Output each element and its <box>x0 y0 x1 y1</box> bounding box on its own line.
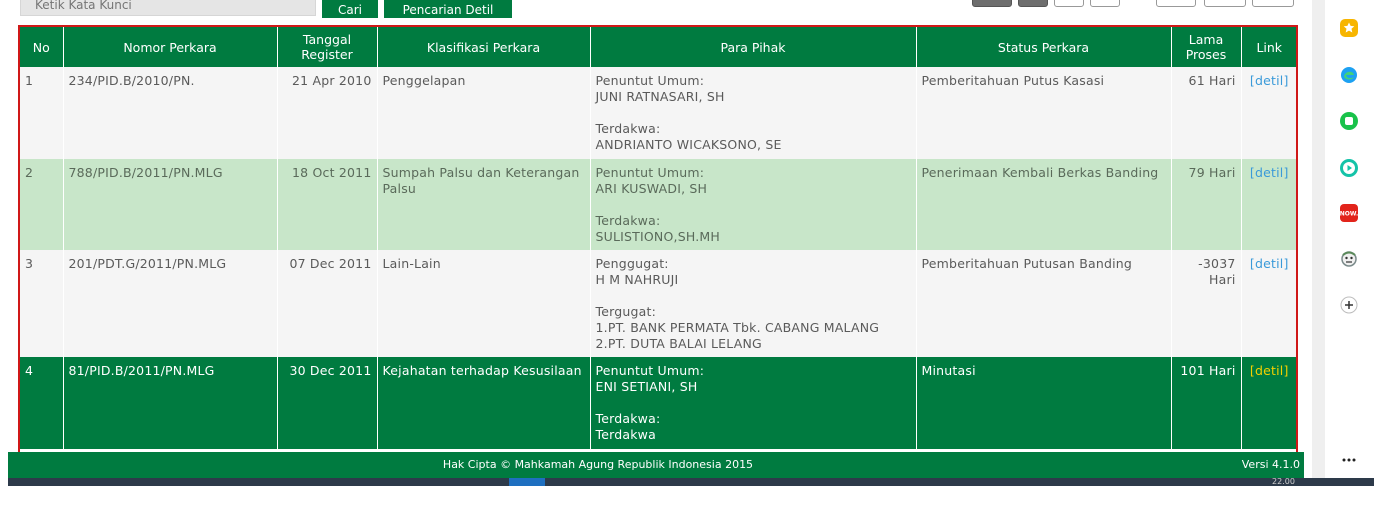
case-classification: Kejahatan terhadap Kesusilaan <box>377 357 591 449</box>
party-role-label: Tergugat: <box>595 304 656 319</box>
search-input[interactable] <box>20 0 316 16</box>
version-text: Versi 4.1.0 <box>1241 458 1300 471</box>
column-header-tanggal-register[interactable]: Tanggal Register <box>277 27 378 67</box>
pagination-next-button[interactable] <box>1156 0 1196 7</box>
party-role-label: Penuntut Umum: <box>595 73 705 88</box>
register-date: 18 Oct 2011 <box>277 159 378 250</box>
party-role-label: Terdakwa: <box>595 411 661 426</box>
avatar-icon[interactable] <box>1339 249 1359 269</box>
process-duration: 61 Hari <box>1171 67 1242 159</box>
case-number: 234/PID.B/2010/PN. <box>63 67 278 159</box>
party-name: H M NAHRUJI <box>595 272 679 287</box>
svg-text:NOW.: NOW. <box>1340 211 1359 218</box>
table-row: 1 234/PID.B/2010/PN. 21 Apr 2010 Penggel… <box>20 67 1296 159</box>
party-role-label: Penggugat: <box>595 256 669 271</box>
case-number: 788/PID.B/2011/PN.MLG <box>63 159 278 250</box>
favorites-star-icon[interactable] <box>1339 18 1359 38</box>
pagination-page-button[interactable] <box>1204 0 1246 7</box>
process-duration: 101 Hari <box>1171 357 1242 449</box>
party-role-label: Terdakwa: <box>595 121 661 136</box>
process-duration: 79 Hari <box>1171 159 1242 250</box>
row-number: 2 <box>20 159 64 250</box>
table-row: 2 788/PID.B/2011/PN.MLG 18 Oct 2011 Sump… <box>20 159 1296 250</box>
case-classification: Penggelapan <box>377 67 591 159</box>
taskbar-active-app[interactable] <box>509 478 545 486</box>
detail-link[interactable]: [detil] <box>1250 165 1289 180</box>
party-name: SULISTIONO,SH.MH <box>595 229 720 244</box>
case-table-container: No Nomor Perkara Tanggal Register Klasif… <box>18 25 1298 483</box>
case-status: Pemberitahuan Putus Kasasi <box>916 67 1172 159</box>
pagination-last-button[interactable] <box>1252 0 1294 7</box>
party-name: JUNI RATNASARI, SH <box>595 89 725 104</box>
column-header-lama-proses[interactable]: Lama Proses <box>1171 27 1242 67</box>
advanced-search-button[interactable]: Pencarian Detil <box>384 0 512 18</box>
case-status: Pemberitahuan Putusan Banding <box>916 250 1172 357</box>
column-header-link: Link <box>1241 27 1296 67</box>
case-classification: Sumpah Palsu dan Keterangan Palsu <box>377 159 591 250</box>
case-classification: Lain-Lain <box>377 250 591 357</box>
table-row: 3 201/PDT.G/2011/PN.MLG 07 Dec 2011 Lain… <box>20 250 1296 357</box>
parties-cell: Penuntut Umum: JUNI RATNASARI, SH Terdak… <box>590 67 917 159</box>
detail-link[interactable]: [detil] <box>1250 256 1289 271</box>
column-header-nomor-perkara[interactable]: Nomor Perkara <box>63 27 278 67</box>
party-role-label: Terdakwa: <box>595 213 661 228</box>
browser-sidebar: NOW. <box>1325 0 1382 478</box>
taskbar <box>8 478 1374 486</box>
copyright-text: Hak Cipta © Mahkamah Agung Republik Indo… <box>442 458 754 471</box>
case-table: No Nomor Perkara Tanggal Register Klasif… <box>20 27 1296 449</box>
party-role-label: Penuntut Umum: <box>595 363 705 378</box>
register-date: 30 Dec 2011 <box>277 357 378 449</box>
row-number: 1 <box>20 67 64 159</box>
parties-cell: Penuntut Umum: ARI KUSWADI, SH Terdakwa:… <box>590 159 917 250</box>
pagination-page-button[interactable] <box>1054 0 1084 7</box>
column-header-klasifikasi[interactable]: Klasifikasi Perkara <box>377 27 591 67</box>
pagination-first-button[interactable] <box>972 0 1012 7</box>
parties-cell: Penggugat: H M NAHRUJI Tergugat: 1.PT. B… <box>590 250 917 357</box>
row-number: 4 <box>20 357 64 449</box>
detail-link[interactable]: [detil] <box>1250 363 1289 378</box>
page-scrollbar[interactable] <box>1312 0 1325 478</box>
case-status: Minutasi <box>916 357 1172 449</box>
green-square-icon[interactable] <box>1339 111 1359 131</box>
parties-cell: Penuntut Umum: ENI SETIANI, SH Terdakwa:… <box>590 357 917 449</box>
party-role-label: Penuntut Umum: <box>595 165 705 180</box>
party-name: ENI SETIANI, SH <box>595 379 698 394</box>
now-app-icon[interactable]: NOW. <box>1339 203 1359 223</box>
party-name: Terdakwa <box>595 427 656 442</box>
register-date: 07 Dec 2011 <box>277 250 378 357</box>
table-header-row: No Nomor Perkara Tanggal Register Klasif… <box>20 27 1296 67</box>
search-button[interactable]: Cari <box>322 0 378 18</box>
case-number: 201/PDT.G/2011/PN.MLG <box>63 250 278 357</box>
party-name: 2.PT. DUTA BALAI LELANG <box>595 336 762 351</box>
pagination-prev-button[interactable] <box>1018 0 1048 7</box>
party-name: ARI KUSWADI, SH <box>595 181 708 196</box>
page-footer: Hak Cipta © Mahkamah Agung Republik Indo… <box>8 452 1304 478</box>
table-row-highlighted: 4 81/PID.B/2011/PN.MLG 30 Dec 2011 Kejah… <box>20 357 1296 449</box>
edge-icon[interactable] <box>1339 65 1359 85</box>
case-number: 81/PID.B/2011/PN.MLG <box>63 357 278 449</box>
column-header-status[interactable]: Status Perkara <box>916 27 1172 67</box>
taskbar-clock: 22.00 <box>1272 477 1295 486</box>
case-status: Penerimaan Kembali Berkas Banding <box>916 159 1172 250</box>
media-play-icon[interactable] <box>1339 158 1359 178</box>
search-toolbar: Cari Pencarian Detil <box>0 0 1310 18</box>
row-number: 3 <box>20 250 64 357</box>
add-icon[interactable] <box>1339 295 1359 315</box>
detail-link[interactable]: [detil] <box>1250 73 1289 88</box>
process-duration: -3037 Hari <box>1171 250 1242 357</box>
pagination-page-button[interactable] <box>1090 0 1120 7</box>
more-icon[interactable] <box>1339 450 1359 470</box>
party-name: ANDRIANTO WICAKSONO, SE <box>595 137 782 152</box>
column-header-no[interactable]: No <box>20 27 64 67</box>
party-name: 1.PT. BANK PERMATA Tbk. CABANG MALANG <box>595 320 880 335</box>
register-date: 21 Apr 2010 <box>277 67 378 159</box>
column-header-para-pihak[interactable]: Para Pihak <box>590 27 917 67</box>
